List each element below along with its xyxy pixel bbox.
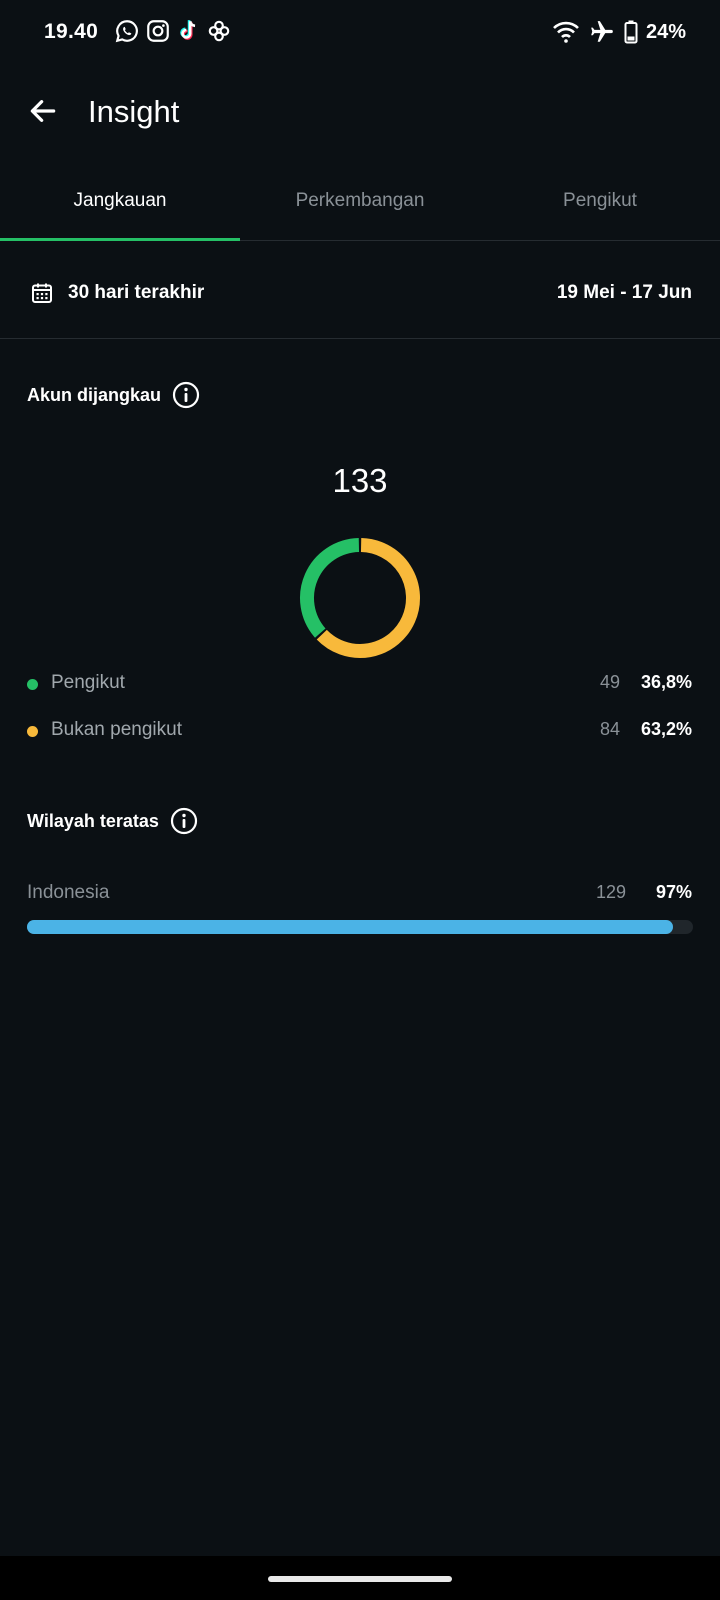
page-title: Insight	[88, 94, 180, 129]
date-range-label: 30 hari terakhir	[68, 282, 205, 303]
legend-count-non-followers: 84	[599, 719, 620, 739]
airplane-icon	[591, 21, 613, 42]
info-icon[interactable]	[169, 806, 199, 836]
reach-donut-chart	[300, 538, 420, 658]
top-regions-title: Wilayah teratas	[27, 810, 159, 831]
legend-percent-non-followers: 63,2%	[640, 719, 692, 739]
arrow-left-icon	[30, 100, 56, 122]
donut-segment-bukan-pengikut	[316, 538, 420, 658]
battery-icon	[624, 20, 638, 44]
region-row-indonesia: Indonesia 129 97%	[0, 882, 720, 910]
status-bar: 19.40 24%	[0, 0, 720, 64]
instagram-icon	[147, 20, 169, 42]
whatsapp-icon	[115, 20, 138, 43]
tab-jangkauan[interactable]: Jangkauan	[0, 170, 240, 240]
date-range-selector[interactable]: 30 hari terakhir 19 Mei - 17 Jun	[0, 240, 720, 339]
date-range-dates: 19 Mei - 17 Jun	[556, 282, 692, 303]
status-time: 19.40	[44, 20, 99, 43]
home-gesture-handle[interactable]	[268, 1576, 452, 1582]
legend-row-non-followers: Bukan pengikut 84 63,2%	[0, 717, 720, 747]
legend-label-non-followers: Bukan pengikut	[51, 719, 182, 740]
back-button[interactable]	[22, 90, 64, 132]
pinwheel-icon	[208, 20, 230, 42]
legend-count-followers: 49	[599, 672, 620, 692]
battery-percent: 24%	[645, 20, 686, 43]
region-progress-track	[27, 920, 693, 934]
legend-row-followers: Pengikut 49 36,8%	[0, 670, 720, 700]
donut-segment-pengikut	[300, 538, 360, 638]
calendar-icon	[32, 283, 52, 303]
region-count: 129	[595, 882, 626, 902]
tab-pengikut[interactable]: Pengikut	[480, 170, 720, 240]
legend-label-followers: Pengikut	[51, 672, 125, 693]
wifi-icon	[553, 21, 579, 43]
region-percent: 97%	[655, 882, 692, 902]
tab-perkembangan[interactable]: Perkembangan	[240, 170, 480, 240]
system-nav-bar	[0, 1556, 720, 1600]
accounts-reached-header: Akun dijangkau	[27, 380, 201, 410]
status-right-icons: 24%	[552, 18, 686, 46]
app-bar: Insight	[0, 80, 720, 144]
accounts-reached-total: 133	[332, 462, 388, 499]
info-icon[interactable]	[171, 380, 201, 410]
legend-dot-non-followers	[27, 726, 38, 737]
tab-bar: Jangkauan Perkembangan Pengikut	[0, 170, 720, 241]
tiktok-icon	[180, 20, 196, 40]
region-progress-fill	[27, 920, 674, 934]
top-regions-header: Wilayah teratas	[27, 806, 199, 836]
region-label: Indonesia	[27, 882, 110, 903]
legend-dot-followers	[27, 679, 38, 690]
accounts-reached-title: Akun dijangkau	[27, 384, 162, 405]
legend-percent-followers: 36,8%	[640, 672, 692, 692]
